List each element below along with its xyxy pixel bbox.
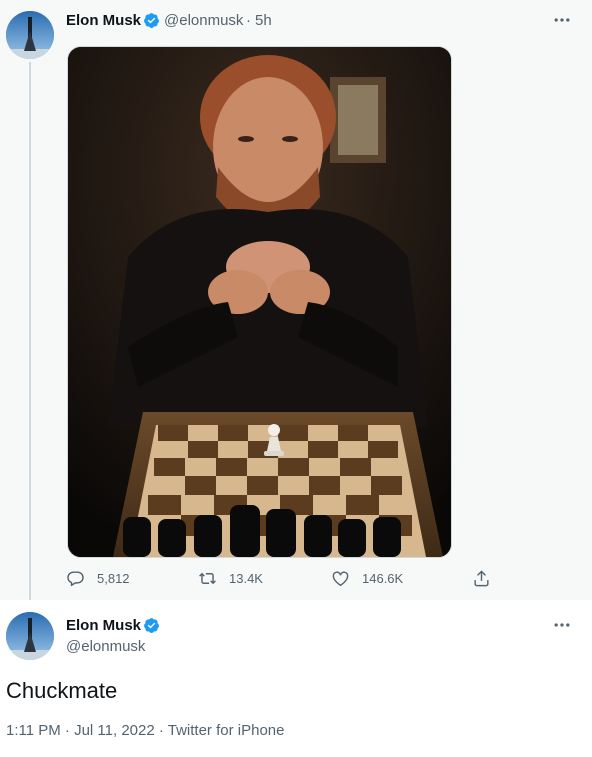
retweet-count: 13.4K bbox=[229, 570, 263, 586]
share-icon bbox=[474, 569, 489, 586]
tweet-metadata[interactable]: 1:11 PM · Jul 11, 2022 · Twitter for iPh… bbox=[6, 722, 284, 739]
like-count: 146.6K bbox=[362, 570, 404, 586]
author-handle[interactable]: @elonmusk bbox=[66, 638, 145, 655]
tweet-image[interactable] bbox=[67, 46, 452, 558]
avatar-image bbox=[6, 612, 54, 660]
like-button[interactable]: 146.6K bbox=[331, 568, 403, 588]
verified-badge-icon bbox=[144, 618, 159, 633]
reply-count: 5,812 bbox=[97, 570, 130, 586]
timestamp[interactable]: 5h bbox=[255, 12, 272, 29]
verified-badge-icon bbox=[144, 13, 159, 28]
retweet-button[interactable]: 13.4K bbox=[198, 568, 263, 588]
chess-photo bbox=[68, 47, 451, 557]
retweet-icon bbox=[199, 572, 216, 584]
author-handle[interactable]: @elonmusk bbox=[164, 12, 243, 29]
reply-icon bbox=[67, 570, 84, 586]
avatar[interactable] bbox=[6, 612, 54, 660]
dot-separator: · bbox=[246, 12, 251, 29]
thread-line bbox=[29, 62, 31, 600]
author-name[interactable]: Elon Musk bbox=[66, 617, 141, 634]
author-name[interactable]: Elon Musk bbox=[66, 12, 141, 29]
reply-button[interactable]: 5,812 bbox=[66, 568, 130, 588]
more-icon[interactable] bbox=[552, 615, 572, 635]
share-button[interactable] bbox=[472, 568, 503, 588]
tweet-with-image[interactable]: Elon Musk @elonmusk · 5h 5,812 13.4K 146… bbox=[0, 0, 592, 600]
avatar[interactable] bbox=[6, 11, 54, 59]
heart-icon bbox=[332, 570, 349, 586]
avatar-image bbox=[6, 11, 54, 59]
tweet-text: Chuckmate bbox=[6, 678, 118, 703]
more-icon[interactable] bbox=[552, 10, 572, 30]
